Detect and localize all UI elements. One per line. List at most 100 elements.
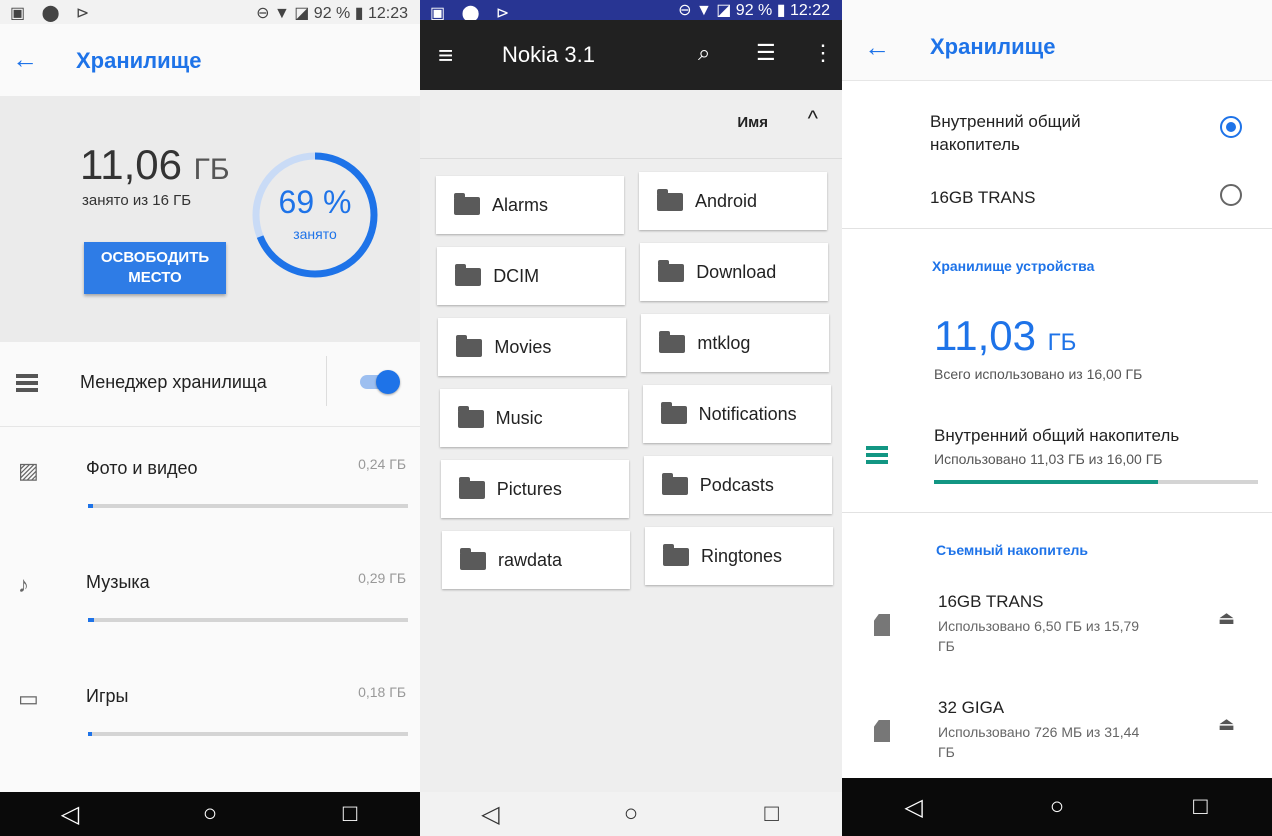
status-info: ⊖ ▼ ◪ 92 % ▮ 12:22 — [678, 2, 830, 19]
nav-recents-icon[interactable]: □ — [330, 800, 370, 828]
storage-list-icon — [866, 446, 888, 464]
divider — [842, 228, 1272, 229]
folder-item[interactable]: Pictures — [440, 460, 629, 518]
option-internal-label[interactable]: Внутренний общий накопитель — [930, 110, 1130, 156]
device-storage-heading: Хранилище устройства — [932, 258, 1095, 274]
folder-icon — [457, 406, 484, 428]
folder-icon — [660, 402, 687, 424]
category-size: 0,24 ГБ — [358, 456, 406, 472]
folder-name: Ringtones — [701, 546, 783, 566]
more-options-icon[interactable]: ⋮ — [812, 40, 834, 66]
category-games[interactable]: ▭ Игры 0,18 ГБ — [0, 656, 420, 770]
folder-name: Android — [695, 191, 758, 211]
nav-home-icon[interactable]: ○ — [611, 800, 651, 828]
folder-name: DCIM — [493, 266, 540, 286]
usage-caption: занято — [293, 226, 337, 242]
category-photos[interactable]: ▨ Фото и видео 0,24 ГБ — [0, 428, 420, 542]
photo-icon: ▨ — [18, 458, 39, 483]
category-label: Музыка — [86, 572, 150, 592]
internal-storage-usage: Использовано 11,03 ГБ из 16,00 ГБ — [934, 451, 1163, 467]
folder-item[interactable]: Movies — [438, 318, 627, 376]
storage-manager-row[interactable]: Менеджер хранилища — [0, 342, 420, 427]
removable-storage-heading: Съемный накопитель — [936, 542, 1089, 558]
nav-recents-icon[interactable]: □ — [1180, 793, 1220, 821]
radio-internal[interactable] — [1220, 116, 1242, 138]
menu-icon[interactable]: ≡ — [438, 40, 453, 71]
search-icon[interactable]: ⌕ — [698, 40, 710, 66]
nav-home-icon[interactable]: ○ — [190, 800, 230, 828]
folder-icon — [456, 335, 483, 357]
status-bar — [842, 0, 1272, 12]
nav-back-icon[interactable]: ◁ — [470, 800, 510, 829]
folder-name: rawdata — [498, 550, 563, 570]
removable-usage: Использовано 726 МБ из 31,44 ГБ — [938, 724, 1140, 760]
category-bar — [88, 504, 408, 508]
removable-title[interactable]: 32 GIGA — [938, 698, 1004, 718]
device-used-total: Всего использовано из 16,00 ГБ — [934, 366, 1143, 382]
removable-usage: Использовано 6,50 ГБ из 15,79 ГБ — [938, 618, 1140, 654]
folder-item[interactable]: DCIM — [437, 247, 626, 305]
storage-manager-toggle[interactable] — [360, 368, 400, 394]
nav-bar: ◁ ○ □ — [420, 792, 842, 836]
status-bar: ▣ ⬤ ⊳ ⊖ ▼ ◪ 92 % ▮ 12:22 — [420, 0, 842, 22]
usage-percent: 69 % — [278, 184, 352, 220]
nav-back-icon[interactable]: ◁ — [894, 793, 934, 822]
category-music[interactable]: ♪ Музыка 0,29 ГБ — [0, 542, 420, 656]
storage-list-icon — [16, 374, 38, 392]
removable-title[interactable]: 16GB TRANS — [938, 592, 1044, 612]
nav-recents-icon[interactable]: □ — [752, 800, 792, 828]
page-title: Хранилище — [930, 34, 1056, 59]
sd-card-icon — [874, 720, 890, 742]
app-bar: ≡ Nokia 3.1 ⌕ ☰ ⋮ — [420, 20, 842, 90]
sort-by-name[interactable]: Имя — [737, 114, 768, 131]
storage-summary: 11,06 ГБ занято из 16 ГБ ОСВОБОДИТЬ МЕСТ… — [0, 96, 420, 342]
folder-item[interactable]: Notifications — [642, 385, 831, 443]
status-bar: ▣ ⬤ ⊳ ⊖ ▼ ◪ 92 % ▮ 12:23 — [0, 0, 420, 24]
sort-bar: Имя ^ — [420, 90, 842, 159]
category-size: 0,18 ГБ — [358, 684, 406, 700]
category-label: Игры — [86, 686, 129, 706]
category-bar — [88, 732, 408, 736]
folder-icon — [458, 477, 485, 499]
music-note-icon: ♪ — [18, 572, 29, 597]
divider — [842, 512, 1272, 513]
folder-item[interactable]: Ringtones — [645, 527, 833, 585]
chevron-up-icon[interactable]: ^ — [808, 106, 818, 132]
folder-icon — [659, 331, 686, 353]
internal-storage-title[interactable]: Внутренний общий накопитель — [934, 426, 1179, 446]
used-of-total: занято из 16 ГБ — [82, 192, 192, 209]
folder-icon — [661, 473, 688, 495]
nav-bar: ◁ ○ □ — [842, 778, 1272, 836]
folder-item[interactable]: Android — [639, 172, 827, 230]
free-up-space-button[interactable]: ОСВОБОДИТЬ МЕСТО — [84, 242, 226, 294]
folder-icon — [657, 189, 683, 211]
category-bar — [88, 618, 408, 622]
back-arrow-icon[interactable]: ← — [12, 44, 38, 75]
divider — [326, 356, 327, 406]
folder-name: Pictures — [496, 479, 562, 499]
folder-item[interactable]: Download — [640, 243, 829, 301]
folder-item[interactable]: rawdata — [442, 531, 630, 589]
storage-manager-label: Менеджер хранилища — [80, 372, 267, 392]
file-browser-screen: ▣ ⬤ ⊳ ⊖ ▼ ◪ 92 % ▮ 12:22 ≡ Nokia 3.1 ⌕ ☰… — [420, 0, 842, 836]
nav-bar: ◁ ○ □ — [0, 792, 420, 836]
folder-name: Download — [696, 262, 777, 282]
storage-screen: ▣ ⬤ ⊳ ⊖ ▼ ◪ 92 % ▮ 12:23 ← Хранилище 11,… — [0, 0, 420, 836]
back-arrow-icon[interactable]: ← — [864, 32, 890, 63]
option-trans-label[interactable]: 16GB TRANS — [930, 186, 1036, 209]
nav-back-icon[interactable]: ◁ — [50, 800, 90, 829]
folder-item[interactable]: Music — [439, 389, 628, 447]
eject-icon[interactable]: ⏏ — [1218, 608, 1235, 629]
page-title: Nokia 3.1 — [502, 42, 595, 67]
storage-select-screen: ← Хранилище Внутренний общий накопитель … — [842, 0, 1272, 836]
folder-item[interactable]: Podcasts — [643, 456, 832, 514]
folder-icon — [455, 264, 482, 286]
radio-trans[interactable] — [1220, 184, 1242, 206]
list-view-icon[interactable]: ☰ — [756, 40, 776, 66]
eject-icon[interactable]: ⏏ — [1218, 714, 1235, 735]
nav-home-icon[interactable]: ○ — [1037, 793, 1077, 821]
folder-item[interactable]: mtklog — [641, 314, 830, 372]
folder-item[interactable]: Alarms — [436, 176, 624, 234]
page-title: Хранилище — [76, 48, 202, 73]
sd-card-icon — [874, 614, 890, 636]
